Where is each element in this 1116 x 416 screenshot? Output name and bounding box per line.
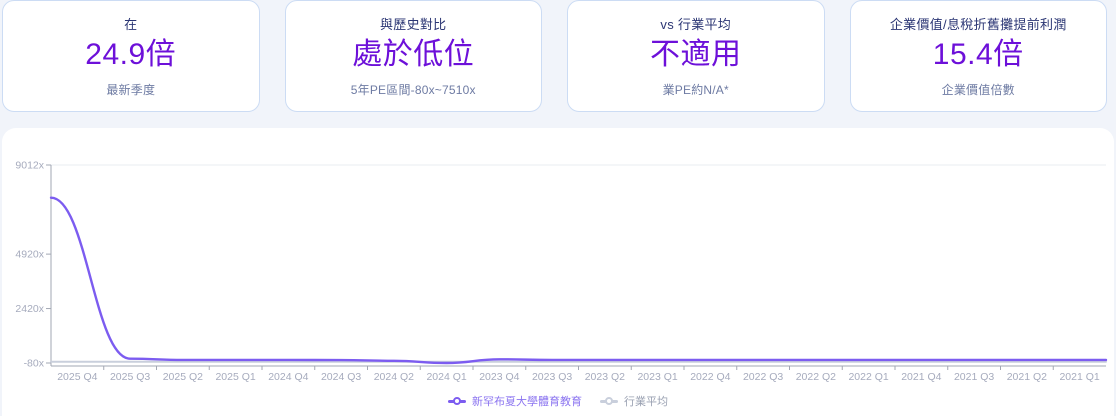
card-subtitle: 企業價值倍數 bbox=[941, 83, 1015, 97]
chart-legend: 新罕布夏大學體育教育 行業平均 bbox=[2, 390, 1114, 412]
x-tick-label: 2021 Q3 bbox=[954, 371, 994, 383]
x-tick-label: 2025 Q2 bbox=[163, 371, 203, 383]
card-history-compare: 與歷史對比 處於低位 5年PE區間-80x~7510x bbox=[284, 0, 542, 112]
legend-marker-icon bbox=[448, 399, 466, 403]
card-value: 處於低位 bbox=[352, 38, 475, 71]
x-tick-label: 2025 Q3 bbox=[110, 371, 150, 383]
x-tick-label: 2022 Q2 bbox=[796, 371, 836, 383]
card-vs-industry: vs 行業平均 不適用 業PE約N/A* bbox=[567, 0, 825, 112]
x-tick-label: 2022 Q3 bbox=[743, 371, 783, 383]
card-subtitle: 最新季度 bbox=[106, 83, 156, 97]
company-series-line bbox=[49, 196, 1108, 365]
x-tick-label: 2024 Q1 bbox=[426, 371, 466, 383]
card-value: 24.9倍 bbox=[85, 38, 177, 71]
x-tick-label: 2024 Q2 bbox=[374, 371, 414, 383]
x-tick-label: 2025 Q4 bbox=[57, 371, 97, 383]
legend-marker-icon bbox=[600, 399, 618, 403]
legend-label: 行業平均 bbox=[624, 396, 668, 408]
card-subtitle: 業PE約N/A* bbox=[662, 83, 729, 97]
card-value: 不適用 bbox=[650, 38, 742, 71]
x-tick-label: 2021 Q4 bbox=[901, 371, 941, 383]
x-tick-label: 2021 Q1 bbox=[1059, 371, 1099, 383]
x-tick-label: 2023 Q3 bbox=[532, 371, 572, 383]
y-tick-label: 9012x bbox=[15, 160, 44, 172]
y-tick-label: 4920x bbox=[15, 249, 44, 261]
y-tick-label: -80x bbox=[24, 358, 45, 370]
legend-item-industry[interactable]: 行業平均 bbox=[600, 393, 668, 409]
card-value: 15.4倍 bbox=[932, 38, 1024, 71]
x-tick-label: 2024 Q3 bbox=[321, 371, 361, 383]
card-title: 與歷史對比 bbox=[379, 17, 447, 32]
stat-cards-row: 在 24.9倍 最新季度 與歷史對比 處於低位 5年PE區間-80x~7510x… bbox=[0, 0, 1116, 112]
card-title: vs 行業平均 bbox=[660, 17, 732, 32]
card-pe-latest: 在 24.9倍 最新季度 bbox=[2, 0, 260, 112]
x-tick-label: 2025 Q1 bbox=[215, 371, 255, 383]
x-tick-label: 2023 Q1 bbox=[637, 371, 677, 383]
legend-label: 新罕布夏大學體育教育 bbox=[472, 396, 582, 408]
x-tick-label: 2022 Q1 bbox=[848, 371, 888, 383]
legend-item-company[interactable]: 新罕布夏大學體育教育 bbox=[448, 393, 582, 409]
x-tick-label: 2021 Q2 bbox=[1007, 371, 1047, 383]
x-tick-label: 2023 Q4 bbox=[479, 371, 519, 383]
pe-history-chart-svg: -80x 2420x 4920x 9012x 2025 Q4 2025 Q3 2025 Q2… bbox=[15, 160, 1108, 383]
pe-history-chart-panel: -80x 2420x 4920x 9012x 2025 Q4 2025 Q3 2025 Q2… bbox=[2, 128, 1114, 416]
y-tick-label: 2420x bbox=[15, 303, 44, 315]
card-title: 在 bbox=[124, 17, 138, 32]
pe-history-chart: -80x 2420x 4920x 9012x 2025 Q4 2025 Q3 2025 Q2… bbox=[2, 140, 1114, 390]
card-title: 企業價值/息稅折舊攤提前利潤 bbox=[889, 17, 1067, 32]
x-tick-label: 2024 Q4 bbox=[268, 371, 308, 383]
card-subtitle: 5年PE區間-80x~7510x bbox=[350, 83, 476, 97]
card-ev-ebitda: 企業價值/息稅折舊攤提前利潤 15.4倍 企業價值倍數 bbox=[849, 0, 1107, 112]
x-tick-label: 2023 Q2 bbox=[585, 371, 625, 383]
x-tick-label: 2022 Q4 bbox=[690, 371, 730, 383]
